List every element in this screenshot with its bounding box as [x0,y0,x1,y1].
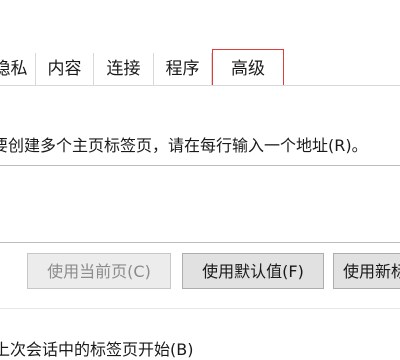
use-default-button[interactable]: 使用默认值(F) [182,253,324,289]
use-current-button[interactable]: 使用当前页(C) [27,253,171,289]
tab-strip: 隐私 内容 连接 程序 高级 [0,0,400,86]
tab-privacy[interactable]: 隐私 [0,53,36,85]
use-new-tab-button[interactable]: 使用新标 [333,253,400,289]
home-page-address-input[interactable] [0,165,400,243]
tab-programs[interactable]: 程序 [154,53,212,85]
tab-programs-label: 程序 [165,59,200,79]
tab-content-label: 内容 [47,59,82,79]
tab-connections[interactable]: 连接 [94,53,154,85]
section-divider [0,308,400,309]
tab-privacy-label: 隐私 [0,59,28,79]
tab-content[interactable]: 内容 [36,53,94,85]
home-page-instruction: 要创建多个主页标签页，请在每行输入一个地址(R)。 [0,136,368,155]
highlight-annotation [212,49,284,86]
startup-option-label[interactable]: 上次会话中的标签页开始(B) [0,336,193,360]
tab-connections-label: 连接 [106,59,141,79]
